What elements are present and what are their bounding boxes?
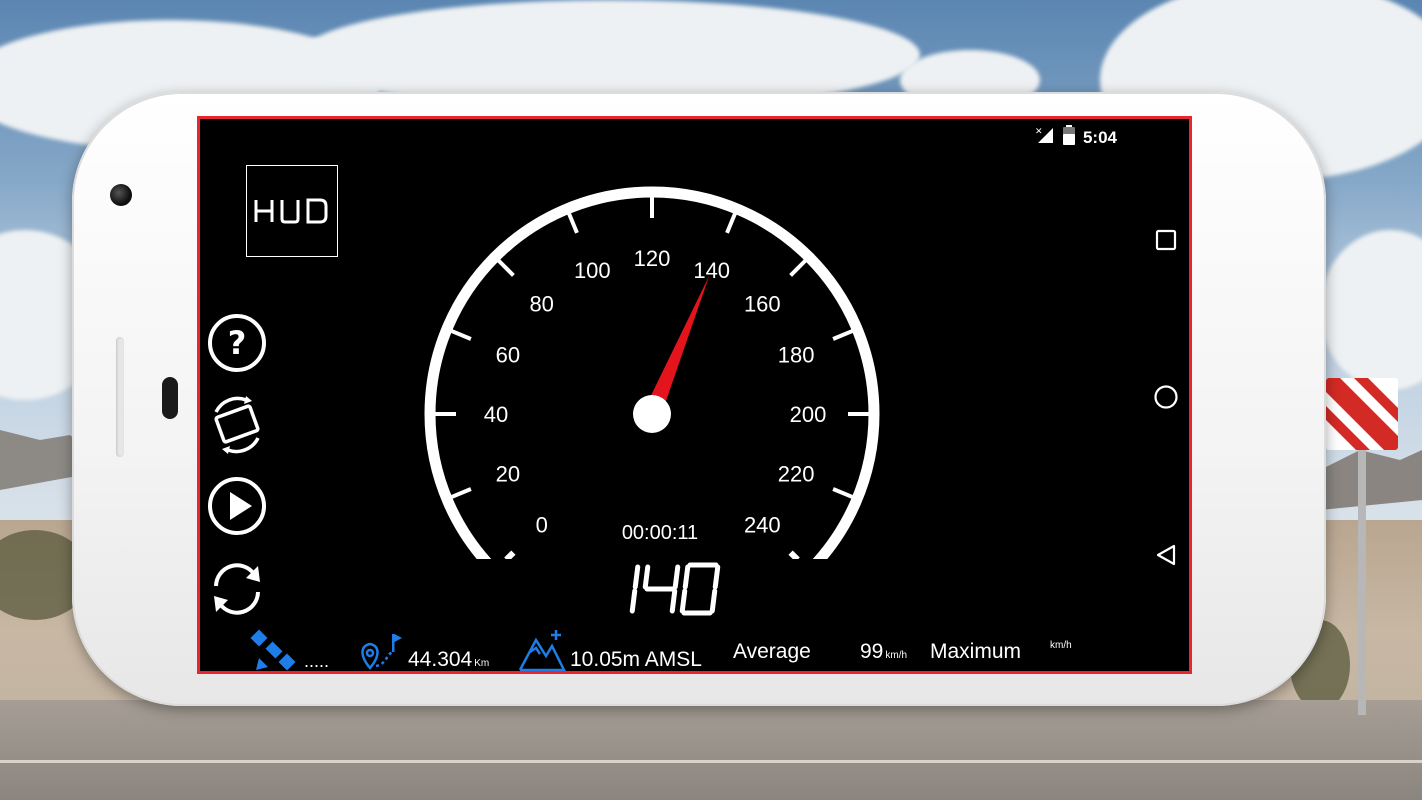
gauge-tick-label: 200 (790, 402, 827, 427)
distance-readout: 44.304 Km (358, 632, 490, 671)
maximum-speed: Maximum (930, 640, 1021, 664)
gauge-tick-label: 240 (744, 512, 781, 537)
distance-unit: Km (474, 658, 490, 669)
maximum-unit: km/h (1050, 640, 1072, 651)
svg-text:?: ? (228, 324, 247, 362)
gauge-tick-label: 40 (484, 402, 508, 427)
road-line (0, 760, 1422, 763)
maximum-label: Maximum (930, 640, 1022, 663)
gps-status: ..... (250, 628, 330, 671)
front-camera (110, 184, 132, 206)
rotate-screen-icon (214, 396, 260, 454)
gauge-tick (789, 255, 811, 277)
status-bar: ✕ 5:04 (1035, 125, 1117, 150)
digital-segment (682, 564, 691, 590)
back-button[interactable] (1150, 539, 1182, 571)
reset-button[interactable] (206, 558, 268, 620)
gauge-tick-label: 20 (496, 462, 520, 487)
maximum-speed-value: km/h (1048, 640, 1072, 654)
digital-segment (632, 564, 641, 590)
home-icon (1154, 385, 1178, 409)
gauge-tick-label: 140 (693, 258, 730, 283)
altitude-value: 10.05m AMSL (570, 648, 702, 671)
gauge-hub (633, 395, 671, 433)
info-bar: ..... 44.304 Km 10.05m AMSL Average 99 k… (200, 624, 1140, 671)
proximity-sensor (162, 377, 178, 419)
elapsed-time: 00:00:11 (621, 522, 699, 544)
road (0, 700, 1422, 800)
reset-icon (214, 563, 260, 615)
gauge-tick-label: 220 (778, 462, 815, 487)
status-time: 5:04 (1082, 127, 1117, 147)
help-icon: ? (208, 314, 266, 372)
gauge-tick-label: 0 (536, 512, 548, 537)
back-icon (1156, 544, 1176, 566)
recents-button[interactable] (1150, 224, 1182, 256)
speaker-grille (116, 337, 124, 457)
gps-status-text: ..... (304, 651, 330, 671)
digital-segment (629, 588, 638, 614)
average-speed: Average (733, 640, 811, 664)
help-button[interactable]: ? (206, 312, 268, 374)
gauge-tick (504, 550, 516, 559)
mountain-altitude-icon (518, 630, 566, 671)
altitude-readout: 10.05m AMSL (518, 628, 702, 671)
play-icon (208, 477, 266, 535)
gauge-tick-label: 120 (634, 246, 671, 271)
gauge-tick (788, 550, 800, 559)
gauge-tick-label: 80 (529, 292, 553, 317)
play-button[interactable] (206, 475, 268, 537)
average-value: 99 (860, 640, 884, 663)
digital-segment (642, 564, 651, 590)
rotate-screen-button[interactable] (206, 394, 268, 456)
distance-value: 44.304 (408, 648, 473, 671)
gauge-tick-label: 60 (496, 342, 520, 367)
digital-segment (712, 564, 721, 590)
hud-logo[interactable] (246, 165, 338, 257)
digital-segment (709, 588, 718, 614)
gauge-tick-label: 180 (778, 342, 815, 367)
gauge-tick-label: 100 (574, 258, 611, 283)
digital-segment (672, 564, 681, 590)
hud-logo-mark (254, 198, 328, 224)
route-flag-icon (361, 634, 402, 670)
recents-icon (1155, 229, 1177, 251)
average-label: Average (733, 640, 811, 663)
home-button[interactable] (1150, 381, 1182, 413)
gauge-tick-label: 160 (744, 292, 781, 317)
system-nav-bar (1140, 119, 1189, 671)
speedometer-gauge: 0 20 40 60 80 100 120 140 160 180 200 220 240 (424, 186, 880, 559)
sign-post (1358, 450, 1366, 715)
road-sign (1326, 378, 1398, 450)
no-signal-icon: ✕ (1035, 126, 1055, 149)
average-speed-value: 99 km/h (860, 640, 907, 664)
app-screen: ✕ 5:04 ? 0 20 40 60 80 100 120 140 160 1… (197, 116, 1192, 674)
digital-segment (679, 588, 688, 614)
battery-icon (1062, 125, 1075, 150)
gauge-tick (493, 255, 515, 277)
digital-segment (669, 588, 678, 614)
average-unit: km/h (885, 650, 908, 661)
satellite-icon (250, 629, 296, 671)
digital-speed-display (629, 562, 721, 616)
svg-text:✕: ✕ (1035, 127, 1043, 137)
